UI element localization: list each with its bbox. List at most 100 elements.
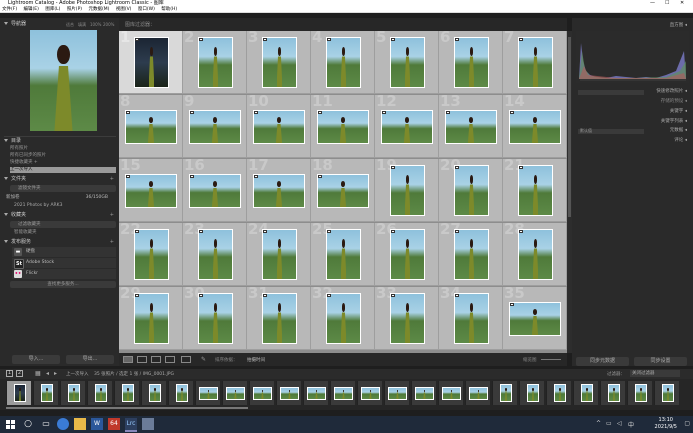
filmstrip-thumbnail[interactable] [303, 381, 328, 405]
catalog-header[interactable]: 目录 [4, 138, 116, 145]
grid-cell[interactable]: 11 [311, 95, 375, 158]
grid-cell[interactable]: 15 [119, 159, 183, 222]
comments-header[interactable]: 评论 ◂ [674, 137, 687, 144]
grid-cell[interactable]: 27 [439, 223, 503, 286]
add-folder-icon[interactable]: + [110, 176, 114, 183]
library-filter-label[interactable]: 图库过滤器： [125, 21, 155, 28]
filmstrip-thumbnail[interactable] [438, 381, 463, 405]
filmstrip-thumbnail[interactable] [573, 381, 598, 405]
monitor-2-icon[interactable]: 2 [16, 370, 23, 377]
people-view-icon[interactable] [181, 356, 191, 363]
publish-hard-drive[interactable]: ▬ 硬盘 [12, 247, 116, 257]
folders-header[interactable]: 文件夹 + [4, 176, 116, 183]
metadata-preset-field[interactable]: 默认值 [578, 128, 644, 134]
find-more-services-button[interactable]: 查找更多服务... [10, 281, 116, 288]
filmstrip-source[interactable]: 上一次导入 [66, 371, 89, 377]
catalog-item-all-photos[interactable]: 所有照片 [10, 146, 116, 152]
nav-zoom-fit[interactable]: 适合 [66, 21, 74, 28]
filmstrip-thumbnail[interactable] [141, 381, 166, 405]
publish-flickr[interactable]: •• Flickr [12, 269, 116, 279]
filter-collections-input[interactable]: 过滤收藏夹 [10, 221, 116, 228]
monitor-1-icon[interactable]: 1 [6, 370, 13, 377]
filmstrip-thumbnail[interactable] [627, 381, 652, 405]
nav-zoom-fill[interactable]: 填满 [78, 21, 86, 28]
grid-cell[interactable]: 9 [183, 95, 247, 158]
grid-toggle-icon[interactable]: ▦ [35, 370, 41, 377]
filmstrip-thumbnail[interactable] [276, 381, 301, 405]
quick-develop-header[interactable]: 快速修改照片 ◂ [656, 88, 687, 95]
export-button[interactable]: 导出... [66, 355, 114, 364]
grid-cell[interactable]: 18 [311, 159, 375, 222]
forward-arrow-icon[interactable]: ▸ [54, 370, 57, 377]
filmstrip-thumbnail[interactable] [654, 381, 679, 405]
thumbnail-size-slider[interactable] [541, 359, 561, 360]
grid-cell[interactable]: 29 [119, 287, 183, 350]
menu-file[interactable]: 文件(F) [2, 7, 17, 12]
edge-icon[interactable] [57, 418, 69, 430]
grid-cell[interactable]: 30 [183, 287, 247, 350]
filmstrip-thumbnail[interactable] [492, 381, 517, 405]
filmstrip-thumbnail[interactable] [249, 381, 274, 405]
grid-cell[interactable]: 14 [503, 95, 567, 158]
file-explorer-icon[interactable] [74, 418, 86, 430]
filmstrip-thumbnail[interactable] [384, 381, 409, 405]
menu-metadata[interactable]: 元数据(M) [88, 7, 109, 12]
filmstrip-thumbnail[interactable] [33, 381, 58, 405]
grid-cell[interactable]: 33 [375, 287, 439, 350]
publish-adobe-stock[interactable]: St Adobe Stock [12, 258, 116, 269]
grid-cell[interactable]: 8 [119, 95, 183, 158]
nav-zoom-100[interactable]: 100% [90, 21, 101, 28]
folder-row[interactable]: 2021 Photos by ARK3 [14, 203, 120, 209]
back-arrow-icon[interactable]: ◂ [46, 370, 49, 377]
filmstrip-thumbnail[interactable] [546, 381, 571, 405]
filmstrip-thumbnail[interactable] [357, 381, 382, 405]
navigator-header[interactable]: 导航器 适合 填满 100% 200% [4, 21, 116, 28]
preset-label[interactable]: 存储的预设 ◂ [661, 98, 687, 105]
sync-settings-button[interactable]: 同步设置 [634, 357, 687, 366]
grid-cell[interactable]: 17 [247, 159, 311, 222]
filmstrip-thumbnail[interactable] [519, 381, 544, 405]
volume-icon[interactable]: ◁ [617, 420, 622, 427]
metadata-header[interactable]: 元数据 ◂ [670, 127, 687, 134]
catalog-item-synced[interactable]: 所有已同步的照片 [10, 153, 116, 159]
grid-scroll-thumb[interactable] [568, 37, 571, 217]
filmstrip-thumbnail[interactable] [222, 381, 247, 405]
filmstrip-thumbnail[interactable] [60, 381, 85, 405]
grid-cell[interactable]: 5 [375, 31, 439, 94]
add-collection-icon[interactable]: + [110, 212, 114, 219]
network-icon[interactable]: ▭ [606, 420, 612, 427]
grid-cell[interactable]: 35 [503, 287, 567, 350]
filmstrip-thumbnail[interactable] [411, 381, 436, 405]
nav-zoom-200[interactable]: 200% [103, 21, 114, 28]
app-icon[interactable]: 64 [108, 418, 120, 430]
menu-help[interactable]: 帮助(H) [161, 7, 177, 12]
grid-cell[interactable]: 31 [247, 287, 311, 350]
notification-icon[interactable]: ▢ [684, 420, 690, 427]
filter-dropdown[interactable]: 关闭过滤器 [630, 370, 680, 377]
grid-cell[interactable]: 32 [311, 287, 375, 350]
sort-value[interactable]: 拍摄时间 [247, 357, 265, 363]
menu-library[interactable]: 图库(L) [45, 7, 60, 12]
photos-icon[interactable] [142, 418, 154, 430]
grid-view-icon[interactable] [123, 356, 133, 363]
filmstrip-thumbnail[interactable] [87, 381, 112, 405]
filmstrip-scroll-thumb[interactable] [6, 407, 248, 409]
filmstrip-scrollbar[interactable] [0, 406, 693, 410]
grid-cell[interactable]: 21 [503, 159, 567, 222]
grid-cell[interactable]: 7 [503, 31, 567, 94]
menu-view[interactable]: 视图(V) [116, 7, 132, 12]
grid-cell[interactable]: 1 [119, 31, 183, 94]
histogram-header[interactable]: 直方图 ◂ [670, 22, 687, 29]
menu-window[interactable]: 窗口(W) [138, 7, 155, 12]
search-icon[interactable]: ○ [22, 418, 34, 430]
tray-chevron-icon[interactable]: ^ [596, 420, 601, 427]
grid-cell[interactable]: 26 [375, 223, 439, 286]
filmstrip-thumbnail[interactable] [195, 381, 220, 405]
sync-metadata-button[interactable]: 同步元数据 [576, 357, 629, 366]
grid-cell[interactable]: 2 [183, 31, 247, 94]
grid-cell[interactable]: 24 [247, 223, 311, 286]
grid-cell[interactable]: 25 [311, 223, 375, 286]
filmstrip-thumbnail[interactable] [168, 381, 193, 405]
filter-folders-input[interactable]: 滤镜文件夹 [10, 185, 116, 192]
smart-collections-row[interactable]: 智能收藏夹 [14, 230, 120, 236]
